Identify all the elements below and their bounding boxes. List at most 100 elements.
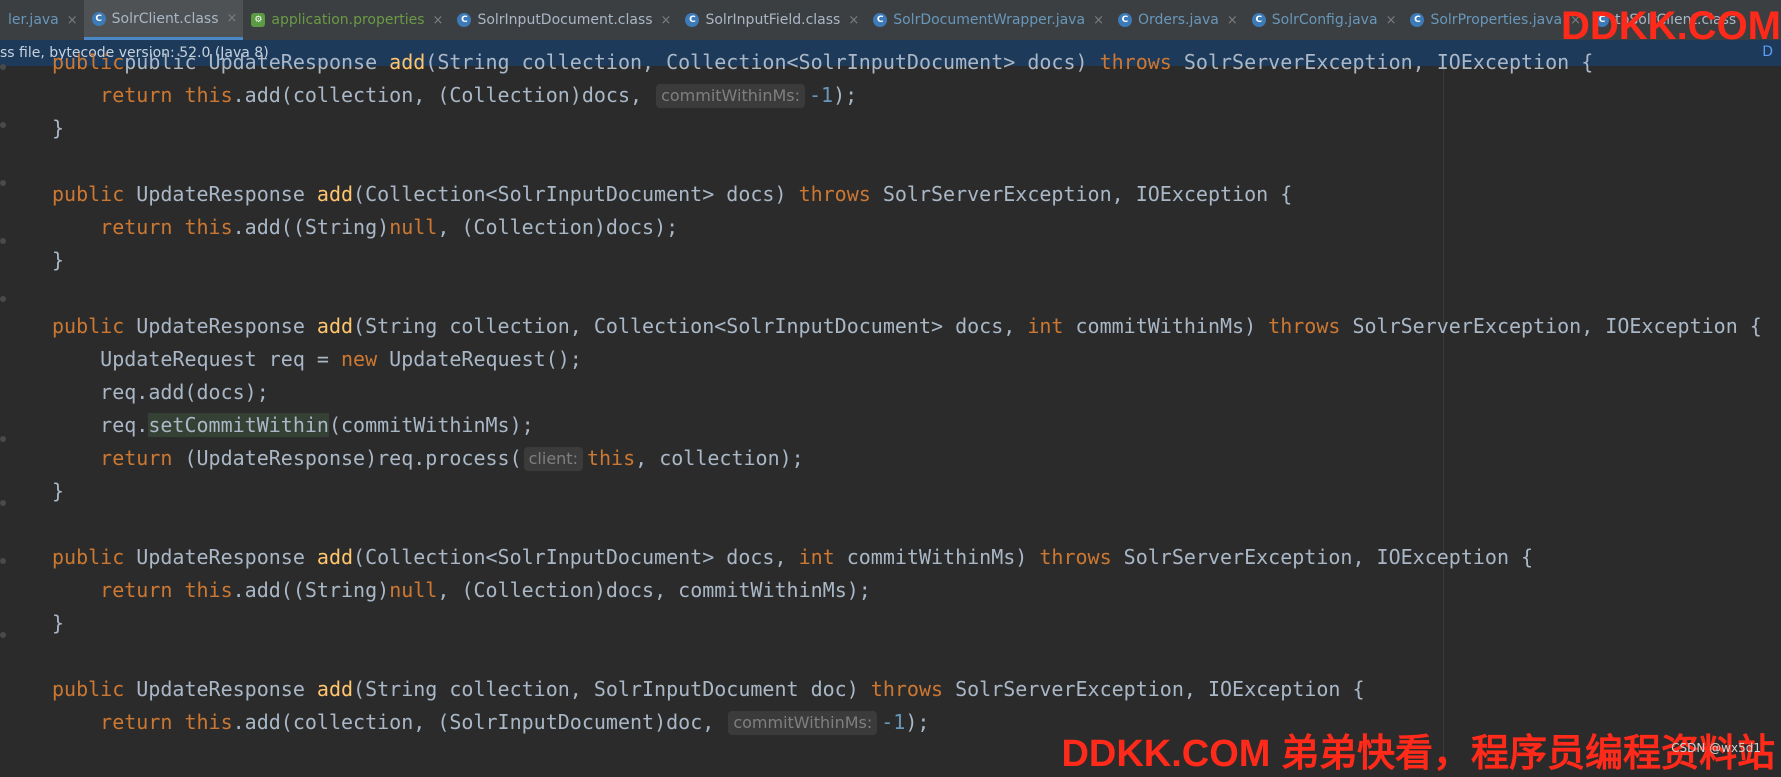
properties-file-icon: ⚙	[251, 13, 266, 27]
code-text: (String collection, SolrInputDocument do…	[353, 677, 871, 701]
code-text: SolrServerException, IOException {	[1171, 50, 1594, 74]
code-text: req.add(docs);	[100, 380, 269, 404]
code-line: }	[52, 611, 65, 635]
gutter-marker-icon	[0, 180, 6, 186]
code-text: UpdateResponse	[124, 182, 317, 206]
class-file-icon: C	[685, 13, 700, 27]
method-name: add	[316, 182, 354, 206]
gutter-marker-icon	[0, 122, 6, 128]
code-text: UpdateRequest();	[377, 347, 582, 371]
code-text: SolrServerException, IOException {	[1111, 545, 1534, 569]
tab-label: Orders.java	[1137, 12, 1219, 28]
tab-label: ler.java	[8, 12, 59, 28]
keyword: public	[52, 677, 125, 701]
keyword: throws	[870, 677, 944, 701]
code-text: (commitWithinMs);	[328, 413, 534, 437]
code-text: (String collection, Collection<SolrInput…	[425, 50, 1100, 74]
class-file-icon: C	[1251, 13, 1266, 27]
code-text: .add(collection, (SolrInputDocument)doc,	[232, 710, 727, 734]
close-icon[interactable]: ×	[67, 13, 78, 28]
tab-solrdocumentwrapper-java[interactable]: C SolrDocumentWrapper.java ×	[865, 0, 1110, 40]
code-line: req.add(docs);	[52, 376, 1762, 409]
keyword: throws	[1039, 545, 1112, 569]
tab-label: SolrConfig.java	[1271, 12, 1378, 28]
parameter-hint: commitWithinMs:	[656, 84, 805, 108]
keyword: return	[100, 83, 185, 107]
keyword: public	[52, 182, 125, 206]
tab-controller-java[interactable]: ler.java ×	[0, 0, 84, 40]
editor-tab-bar: ler.java × C SolrClient.class × ⚙ applic…	[0, 0, 1781, 41]
keyword: null	[389, 578, 438, 602]
gutter-marker-icon	[0, 296, 6, 302]
keyword: return	[100, 578, 185, 602]
class-file-icon: C	[1117, 13, 1132, 27]
code-text: , (Collection)docs, commitWithinMs);	[437, 578, 871, 602]
code-line: return this.add((String)null, (Collectio…	[52, 574, 1762, 607]
tab-solrproperties-java[interactable]: C SolrProperties.java ×	[1402, 0, 1587, 40]
code-text: commitWithinMs)	[1063, 314, 1269, 338]
keyword: public	[52, 50, 125, 74]
code-line: UpdateRequest req = new UpdateRequest();	[52, 343, 1762, 376]
tab-label: application.properties	[271, 12, 425, 28]
number-literal: -1	[809, 83, 834, 107]
code-content: publicpublic UpdateResponse add(String c…	[52, 46, 1762, 739]
code-text: .add((String)	[232, 215, 390, 239]
keyword: this	[184, 578, 233, 602]
code-text: , collection);	[635, 446, 804, 470]
code-line: }	[52, 248, 65, 272]
code-line: return this.add(collection, (Collection)…	[52, 79, 1762, 112]
close-icon[interactable]: ×	[848, 13, 859, 28]
tab-solrinputdocument-class[interactable]: C SolrInputDocument.class ×	[449, 0, 677, 40]
close-icon[interactable]: ×	[1386, 13, 1397, 28]
tab-label: SolrInputDocument.class	[477, 12, 653, 28]
keyword: null	[389, 215, 438, 239]
code-editor[interactable]: publicpublic UpdateResponse add(String c…	[0, 50, 1781, 764]
class-file-icon: C	[873, 13, 888, 27]
close-icon[interactable]: ×	[1093, 13, 1104, 28]
keyword: throws	[1268, 314, 1341, 338]
class-file-icon: C	[457, 13, 472, 27]
code-line: public UpdateResponse add(String collect…	[52, 310, 1762, 343]
method-name: add	[316, 677, 354, 701]
tab-solrclient-class[interactable]: C SolrClient.class ×	[83, 0, 244, 40]
keyword: this	[184, 83, 233, 107]
code-text: SolrServerException, IOException {	[943, 677, 1365, 701]
close-icon[interactable]: ×	[1227, 13, 1238, 28]
csdn-credit: CSDN @wx5d1	[1671, 741, 1761, 755]
parameter-hint: client:	[523, 447, 583, 471]
code-text: public UpdateResponse	[124, 50, 390, 74]
tab-label: SolrProperties.java	[1430, 12, 1563, 28]
code-line: return this.add((String)null, (Collectio…	[52, 211, 1762, 244]
close-icon[interactable]: ×	[661, 13, 672, 28]
close-icon[interactable]: ×	[433, 13, 444, 28]
gutter-marker-icon	[0, 64, 6, 70]
keyword: public	[52, 314, 125, 338]
code-text: (UpdateResponse)req.process(	[172, 446, 522, 470]
code-text: req.	[100, 413, 149, 437]
code-line: return (UpdateResponse)req.process(clien…	[52, 442, 1762, 475]
close-icon[interactable]: ×	[227, 11, 238, 26]
code-text: );	[905, 710, 930, 734]
tab-orders-java[interactable]: C Orders.java ×	[1110, 0, 1244, 40]
parameter-hint: commitWithinMs:	[728, 711, 878, 735]
code-line: publicpublic UpdateResponse add(String c…	[52, 46, 1762, 79]
code-text: UpdateResponse	[124, 314, 317, 338]
keyword: throws	[798, 182, 871, 206]
method-name: add	[389, 50, 426, 74]
tab-label: SolrInputField.class	[705, 12, 841, 28]
tab-solrconfig-java[interactable]: C SolrConfig.java ×	[1244, 0, 1403, 40]
tab-application-properties[interactable]: ⚙ application.properties ×	[243, 0, 449, 40]
keyword: return	[100, 215, 185, 239]
code-text: UpdateResponse	[124, 677, 317, 701]
code-text: (Collection<SolrInputDocument> docs,	[353, 545, 799, 569]
method-name: add	[316, 314, 354, 338]
tab-solrinputfield-class[interactable]: C SolrInputField.class ×	[677, 0, 865, 40]
gutter-marker-icon	[0, 558, 6, 564]
code-text: .add((String)	[232, 578, 390, 602]
number-literal: -1	[881, 710, 906, 734]
gutter-marker-icon	[0, 238, 6, 244]
keyword: this	[184, 215, 233, 239]
